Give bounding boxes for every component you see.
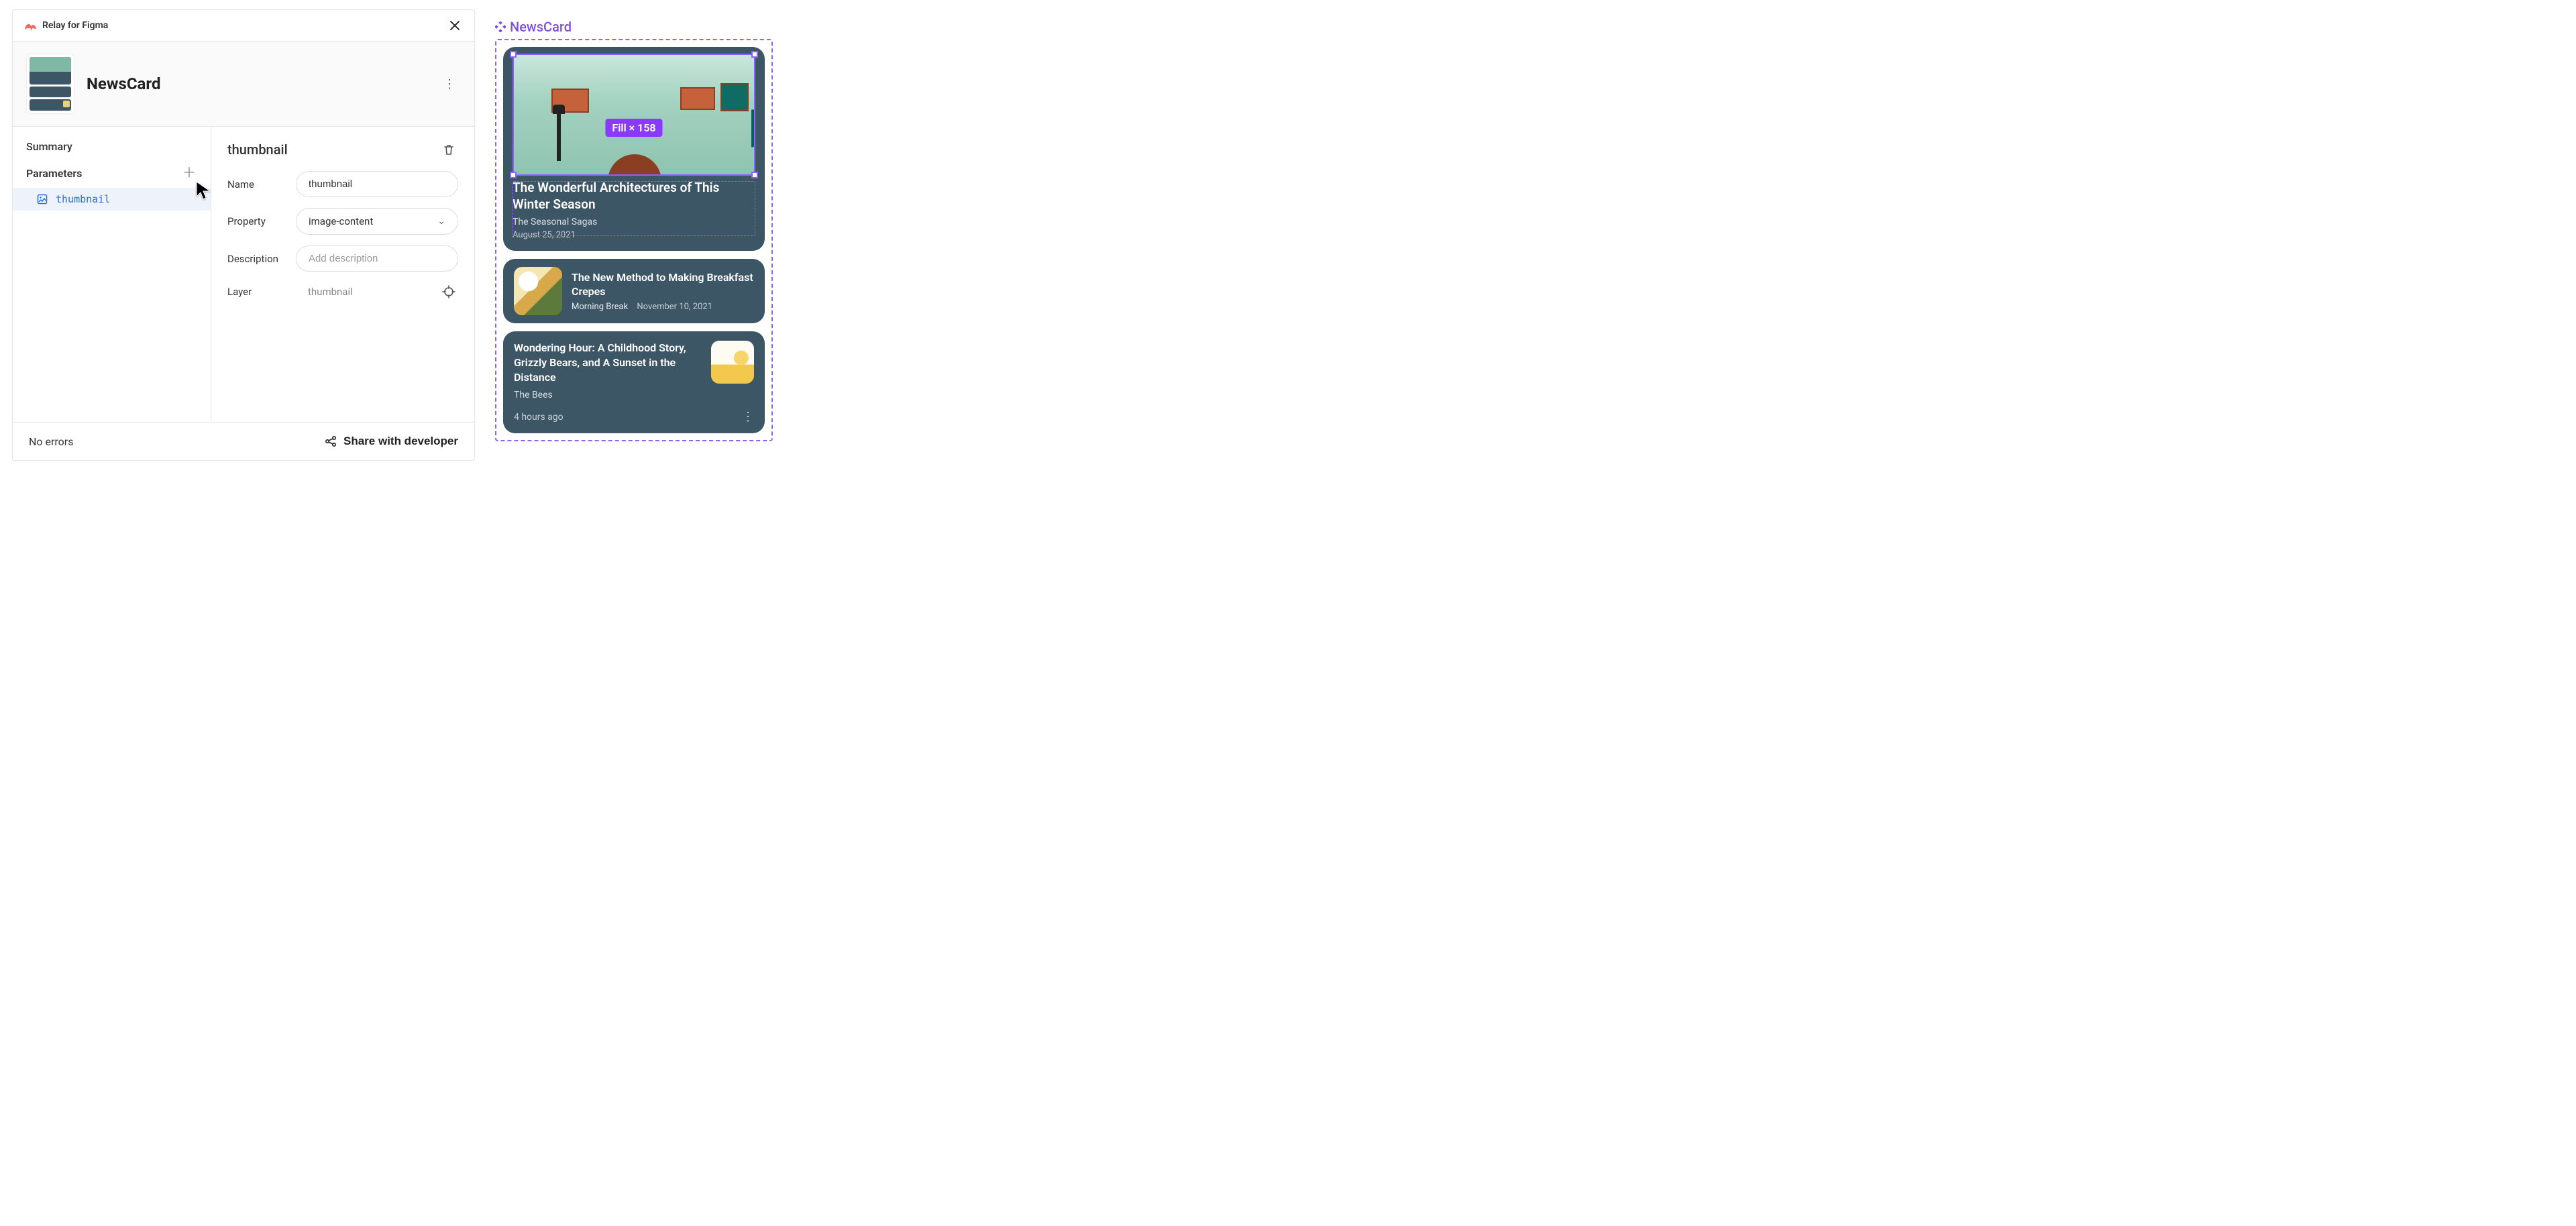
component-icon <box>495 21 506 32</box>
relay-panel: Relay for Figma NewsCard ⋮ Summary Param… <box>12 9 475 461</box>
selection-handle[interactable] <box>510 172 517 178</box>
status-text: No errors <box>29 435 73 448</box>
hero-date: August 25, 2021 <box>513 230 755 240</box>
property-label: Property <box>227 215 285 227</box>
share-with-developer-button[interactable]: Share with developer <box>325 435 458 448</box>
audio-source: Morning Break <box>572 302 628 312</box>
figma-canvas: NewsCard Fill × 158 The Wonderful Archit… <box>495 19 773 470</box>
thumbnail-selection[interactable]: Fill × 158 <box>513 54 755 176</box>
close-button[interactable] <box>446 17 464 34</box>
parameter-editor: thumbnail Name Property image-content ⌄ … <box>211 127 474 422</box>
trash-icon <box>442 143 455 156</box>
sidebar: Summary Parameters ＋ thumbnail <box>13 127 211 422</box>
selection-handle[interactable] <box>751 51 758 58</box>
component-frame[interactable]: Fill × 158 The Wonderful Architectures o… <box>495 39 773 441</box>
property-select[interactable]: image-content ⌄ <box>296 208 458 235</box>
description-input[interactable] <box>296 245 458 272</box>
panel-footer: No errors Share with developer <box>13 422 474 460</box>
chevron-down-icon: ⌄ <box>437 216 445 227</box>
description-label: Description <box>227 253 285 265</box>
component-name: NewsCard <box>87 74 160 93</box>
more-options-button[interactable]: ⋮ <box>438 74 461 94</box>
audio-date: November 10, 2021 <box>637 302 712 312</box>
card-more-button[interactable]: ⋮ <box>742 410 754 424</box>
small-source: The Bees <box>514 390 754 400</box>
add-parameter-button[interactable]: ＋ <box>178 165 200 181</box>
sidebar-parameters-heading: Parameters <box>26 167 82 180</box>
name-label: Name <box>227 178 285 190</box>
relay-logo-icon <box>23 20 37 31</box>
audio-thumbnail-image <box>514 267 562 315</box>
image-icon <box>37 194 48 205</box>
canvas-component-label[interactable]: NewsCard <box>495 19 773 35</box>
layer-value: thumbnail <box>296 286 429 298</box>
audio-title: The New Method to Making Breakfast Crepe… <box>572 271 754 299</box>
delete-parameter-button[interactable] <box>439 140 458 159</box>
selection-handle[interactable] <box>510 51 517 58</box>
share-label: Share with developer <box>343 435 458 448</box>
hero-subtitle: The Seasonal Sagas <box>513 217 755 227</box>
plus-icon: ＋ <box>182 166 196 180</box>
selection-handle[interactable] <box>751 172 758 178</box>
hero-title: The Wonderful Architectures of This Wint… <box>513 180 755 213</box>
more-vertical-icon: ⋮ <box>443 77 455 91</box>
name-input[interactable] <box>296 171 458 197</box>
panel-header: Relay for Figma <box>13 10 474 42</box>
property-selected-value: image-content <box>309 215 373 227</box>
editor-heading: thumbnail <box>227 142 288 158</box>
selection-size-badge: Fill × 158 <box>605 119 662 137</box>
plugin-title: Relay for Figma <box>42 20 108 31</box>
news-card-hero[interactable]: Fill × 158 The Wonderful Architectures o… <box>503 47 765 251</box>
small-thumbnail-image <box>711 341 754 384</box>
layer-label: Layer <box>227 286 285 298</box>
hero-thumbnail-image <box>514 55 754 174</box>
news-card-small[interactable]: Wondering Hour: A Childhood Story, Grizz… <box>503 331 765 433</box>
parameter-item-label: thumbnail <box>56 193 110 205</box>
parameter-item-thumbnail[interactable]: thumbnail <box>13 188 211 211</box>
sidebar-summary-heading[interactable]: Summary <box>13 140 211 165</box>
component-header: NewsCard ⋮ <box>13 42 474 127</box>
more-vertical-icon: ⋮ <box>742 410 754 423</box>
close-icon <box>449 19 461 32</box>
share-icon <box>325 435 337 447</box>
news-card-audio[interactable]: The New Method to Making Breakfast Crepe… <box>503 259 765 323</box>
small-time: 4 hours ago <box>514 412 564 423</box>
component-thumbnail-preview <box>26 54 74 114</box>
crosshair-icon <box>442 285 455 298</box>
small-title: Wondering Hour: A Childhood Story, Grizz… <box>514 341 702 384</box>
locate-layer-button[interactable] <box>439 282 458 301</box>
